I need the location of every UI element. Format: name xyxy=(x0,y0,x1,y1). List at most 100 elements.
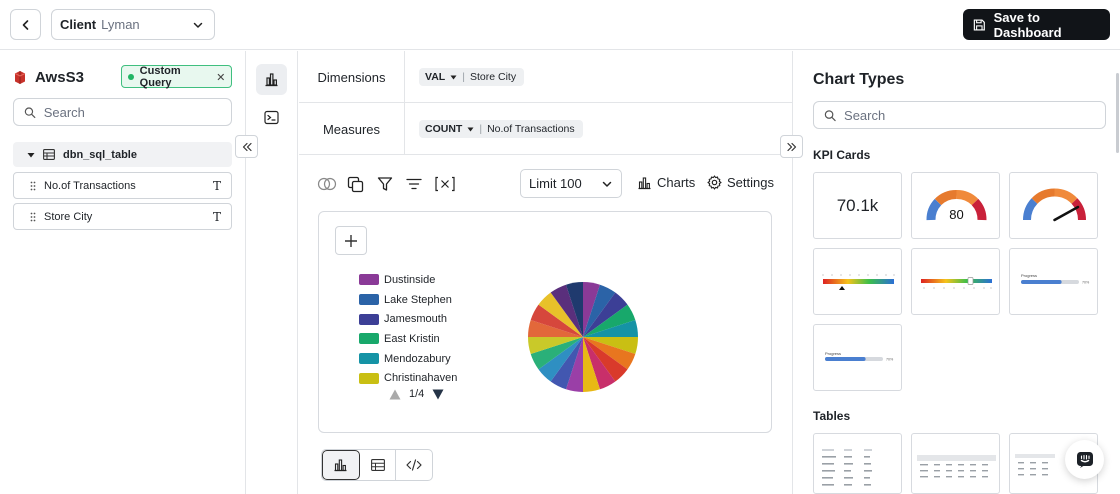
progress-preview: Progress 70% xyxy=(1021,273,1090,285)
double-chevron-right-icon xyxy=(786,142,796,151)
kpi-gauge-needle-tile[interactable] xyxy=(1009,172,1098,239)
legend-label: Dustinside xyxy=(384,273,436,286)
kpi-gauge-tile[interactable]: 80 xyxy=(911,172,1000,239)
settings-button[interactable]: Settings xyxy=(707,175,774,190)
save-to-dashboard-button[interactable]: Save to Dashboard xyxy=(963,9,1110,40)
custom-query-badge[interactable]: Custom Query xyxy=(121,65,232,89)
data-source-header: AwsS3 Custom Query xyxy=(13,65,233,89)
code-view-button[interactable] xyxy=(396,450,432,480)
legend-swatch xyxy=(359,353,379,365)
legend-item[interactable]: East Kristin xyxy=(359,329,457,349)
chat-support-button[interactable] xyxy=(1065,440,1104,479)
legend-item[interactable]: Christinahaven xyxy=(359,368,457,388)
field-search[interactable] xyxy=(13,98,232,126)
legend-item[interactable]: Mendozabury xyxy=(359,349,457,369)
data-source-name: AwsS3 xyxy=(35,68,84,86)
charts-button[interactable]: Charts xyxy=(637,175,695,190)
progress-fill xyxy=(825,357,866,361)
sql-editor-tab[interactable] xyxy=(256,102,287,133)
table-item[interactable]: dbn_sql_table xyxy=(13,142,232,167)
terminal-icon xyxy=(264,110,279,125)
client-select[interactable]: Client Lyman xyxy=(51,9,215,40)
table-icon xyxy=(43,149,55,160)
chart-toolbar: Limit 100 Charts Settings xyxy=(299,169,792,199)
chart-type-search[interactable] xyxy=(813,101,1106,129)
legend-page-indicator: 1/4 xyxy=(409,388,425,400)
progress-label: Progress xyxy=(1021,273,1037,278)
pie-chart xyxy=(528,282,638,392)
legend-item[interactable]: Dustinside xyxy=(359,270,457,290)
legend-swatch xyxy=(359,274,379,286)
kpi-number-preview: 70.1k xyxy=(836,195,879,215)
legend-item[interactable]: Jamesmouth xyxy=(359,309,457,329)
kpi-progress-tile[interactable]: Progress 70% xyxy=(1009,248,1098,315)
triangle-up-icon[interactable] xyxy=(389,389,401,400)
kpi-cards-section-title: KPI Cards xyxy=(813,148,871,162)
expand-right-panel-button[interactable] xyxy=(780,135,803,158)
legend-label: Mendozabury xyxy=(384,352,451,365)
dimensions-label: Dimensions xyxy=(299,51,405,103)
triangle-down-icon[interactable] xyxy=(432,389,444,400)
double-chevron-left-icon xyxy=(242,142,252,151)
gauge-value: 80 xyxy=(949,207,963,222)
collapse-left-panel-button[interactable] xyxy=(235,135,258,158)
pivot-table-type-tile[interactable] xyxy=(911,433,1000,494)
plus-icon xyxy=(345,234,357,247)
legend-label: Christinahaven xyxy=(384,372,458,385)
chart-preview: Dustinside Lake Stephen Jamesmouth East … xyxy=(318,211,772,433)
chart-builder: Dimensions VAL | Store City Measures COU… xyxy=(299,51,792,494)
close-icon[interactable] xyxy=(217,73,225,81)
table-type-tile[interactable] xyxy=(813,433,902,494)
legend-swatch xyxy=(359,372,379,384)
filter-icon[interactable] xyxy=(376,175,394,193)
legend-label: Lake Stephen xyxy=(384,293,452,306)
progress-alt-preview: Progress 70% xyxy=(825,351,894,362)
dimension-field: Store City xyxy=(469,71,517,83)
chat-icon xyxy=(1076,451,1093,468)
progress-label: Progress xyxy=(825,351,841,356)
legend-item[interactable]: Lake Stephen xyxy=(359,290,457,310)
progress-percent: 70% xyxy=(886,358,894,362)
caret-down-icon[interactable] xyxy=(27,151,35,159)
chart-view-button[interactable] xyxy=(322,450,360,480)
measure-field: No.of Transactions xyxy=(487,123,575,135)
bar-chart-icon xyxy=(334,459,347,472)
scale-preview xyxy=(822,274,895,290)
pill-separator: | xyxy=(462,71,465,83)
drag-handle-icon[interactable] xyxy=(30,212,36,222)
pivot-table-preview xyxy=(917,455,996,478)
join-icon[interactable] xyxy=(317,175,337,193)
caret-down-icon[interactable] xyxy=(450,75,457,80)
field-item[interactable]: No.of Transactions T xyxy=(13,172,232,199)
copy-icon[interactable] xyxy=(346,175,364,193)
search-icon xyxy=(24,106,36,118)
kpi-number-tile[interactable]: 70.1k xyxy=(813,172,902,239)
back-button[interactable] xyxy=(10,9,41,40)
kpi-progress-alt-tile[interactable]: Progress 70% xyxy=(813,324,902,391)
measure-pill[interactable]: COUNT | No.of Transactions xyxy=(419,120,583,138)
chart-types-title: Chart Types xyxy=(813,71,905,88)
table-view-button[interactable] xyxy=(360,450,397,480)
sort-icon[interactable] xyxy=(405,175,423,193)
drag-handle-icon[interactable] xyxy=(30,181,36,191)
table-icon xyxy=(370,459,385,471)
add-button[interactable] xyxy=(335,226,367,255)
chart-builder-tab[interactable] xyxy=(256,64,287,95)
field-search-input[interactable] xyxy=(43,104,221,120)
kpi-range-tile[interactable] xyxy=(911,248,1000,315)
legend-swatch xyxy=(359,294,379,306)
data-source-panel: AwsS3 Custom Query dbn_sql_table No.of T… xyxy=(0,51,246,494)
dimension-pill[interactable]: VAL | Store City xyxy=(419,68,525,86)
chevron-down-icon xyxy=(193,22,203,28)
scrollbar[interactable] xyxy=(1116,73,1119,153)
caret-down-icon[interactable] xyxy=(467,127,474,132)
chart-types-panel: Chart Types KPI Cards 70.1k 80 xyxy=(792,51,1120,494)
charts-button-label: Charts xyxy=(657,175,696,190)
kpi-scale-tile[interactable] xyxy=(813,248,902,315)
legend-swatch xyxy=(359,333,379,345)
save-to-dashboard-label: Save to Dashboard xyxy=(993,9,1062,40)
field-item[interactable]: Store City T xyxy=(13,203,232,230)
chart-type-search-input[interactable] xyxy=(844,107,1095,123)
limit-select[interactable]: Limit 100 xyxy=(520,169,622,198)
variable-icon[interactable] xyxy=(434,175,456,193)
